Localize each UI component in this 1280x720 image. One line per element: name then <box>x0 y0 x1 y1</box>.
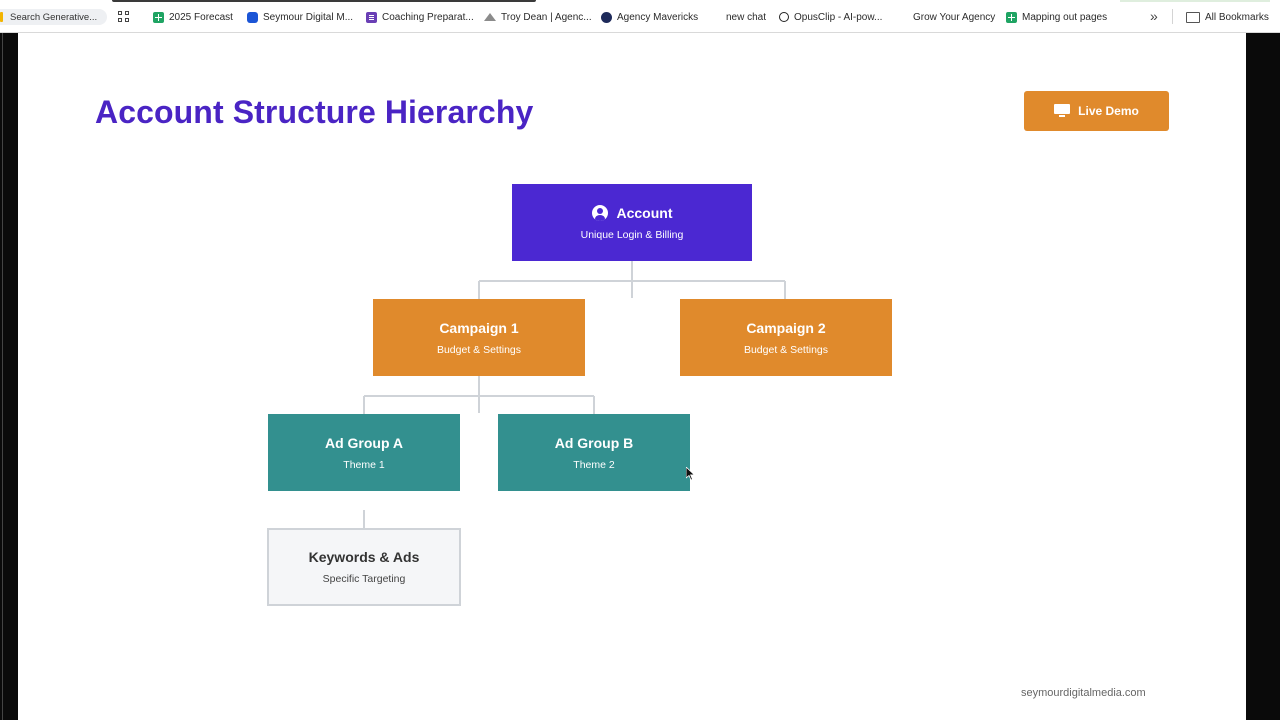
campaign-1-title: Campaign 1 <box>439 319 519 336</box>
keywords-ads-node: Keywords & Ads Specific Targeting <box>267 528 461 606</box>
mavericks-icon <box>601 11 612 23</box>
campaign-2-node: Campaign 2 Budget & Settings <box>680 299 892 376</box>
user-circle-icon <box>591 204 608 221</box>
opus-icon <box>779 12 789 22</box>
bookmark-label: Troy Dean | Agenc... <box>501 11 592 23</box>
monitor-icon <box>1054 104 1071 118</box>
bookmark-troy-dean[interactable]: Troy Dean | Agenc... <box>484 10 592 24</box>
bookmark-2025-forecast[interactable]: 2025 Forecast <box>153 10 233 24</box>
keywords-ads-subtitle: Specific Targeting <box>322 573 406 585</box>
mouse-cursor-icon <box>686 467 696 481</box>
search-generative-bookmark[interactable]: Search Generative... <box>0 9 107 25</box>
forms-icon <box>366 11 377 23</box>
account-node: Account Unique Login & Billing <box>512 184 752 261</box>
tab-strip-edge-right <box>1120 0 1270 2</box>
window-frame-left <box>0 33 18 720</box>
bookmark-mapping-out-pages[interactable]: Mapping out pages <box>1006 10 1107 24</box>
bookmarks-divider <box>1172 9 1173 24</box>
folder-icon <box>1186 11 1200 23</box>
keywords-ads-title: Keywords & Ads <box>308 549 420 565</box>
ad-group-a-title: Ad Group A <box>324 434 404 451</box>
ad-group-b-subtitle: Theme 2 <box>573 458 615 471</box>
window-frame-right <box>1246 33 1280 720</box>
bookmark-label: 2025 Forecast <box>169 11 233 23</box>
bookmark-label: Agency Mavericks <box>617 11 699 23</box>
bookmark-coaching-preparation[interactable]: Coaching Preparat... <box>366 10 474 24</box>
live-demo-button[interactable]: Live Demo <box>1024 91 1169 131</box>
bookmark-label: Seymour Digital M... <box>263 11 354 23</box>
bookmark-label: Coaching Preparat... <box>382 11 474 23</box>
sheets-icon <box>153 11 164 23</box>
ad-group-b-title: Ad Group B <box>554 434 634 451</box>
footer-website-url: seymourdigitalmedia.com <box>1021 687 1146 699</box>
bookmark-seymour-digital[interactable]: Seymour Digital M... <box>247 10 353 24</box>
presentation-slide <box>18 33 1246 720</box>
campaign-2-subtitle: Budget & Settings <box>743 343 829 356</box>
search-generative-label: Search Generative... <box>10 11 98 23</box>
ad-group-b-node: Ad Group B Theme 2 <box>498 414 690 491</box>
bookmarks-bar: Search Generative... 2025 Forecast Seymo… <box>0 0 1280 33</box>
campaign-1-node: Campaign 1 Budget & Settings <box>373 299 585 376</box>
sheets-icon <box>1006 11 1017 23</box>
campaign-2-title: Campaign 2 <box>746 319 826 336</box>
bookmark-grow-your-agency[interactable]: Grow Your Agency <box>913 10 995 24</box>
bookmark-opusclip[interactable]: OpusClip - AI-pow... <box>779 10 882 24</box>
account-title: Account <box>616 204 673 221</box>
bookmark-label: Mapping out pages <box>1022 11 1108 23</box>
bookmarks-overflow-chevron-icon[interactable]: » <box>1150 8 1158 24</box>
bookmark-label: Grow Your Agency <box>913 11 996 23</box>
bookmark-agency-mavericks[interactable]: Agency Mavericks <box>601 10 698 24</box>
blue-app-icon <box>247 11 258 23</box>
page-title: Account Structure Hierarchy <box>95 94 534 130</box>
bookmark-new-chat[interactable]: new chat <box>726 10 766 24</box>
all-bookmarks-label: All Bookmarks <box>1205 11 1269 23</box>
live-demo-label: Live Demo <box>1078 104 1139 118</box>
mountain-icon <box>484 13 496 21</box>
bookmark-label: new chat <box>726 11 767 23</box>
all-bookmarks-button[interactable]: All Bookmarks <box>1186 10 1269 24</box>
account-subtitle: Unique Login & Billing <box>580 228 684 241</box>
ad-group-a-subtitle: Theme 1 <box>343 458 385 471</box>
campaign-1-subtitle: Budget & Settings <box>436 343 522 356</box>
tab-strip-edge <box>112 0 536 2</box>
bookmark-label: OpusClip - AI-pow... <box>794 11 883 23</box>
ad-group-a-node: Ad Group A Theme 1 <box>268 414 460 491</box>
apps-grid-icon[interactable] <box>118 11 130 23</box>
